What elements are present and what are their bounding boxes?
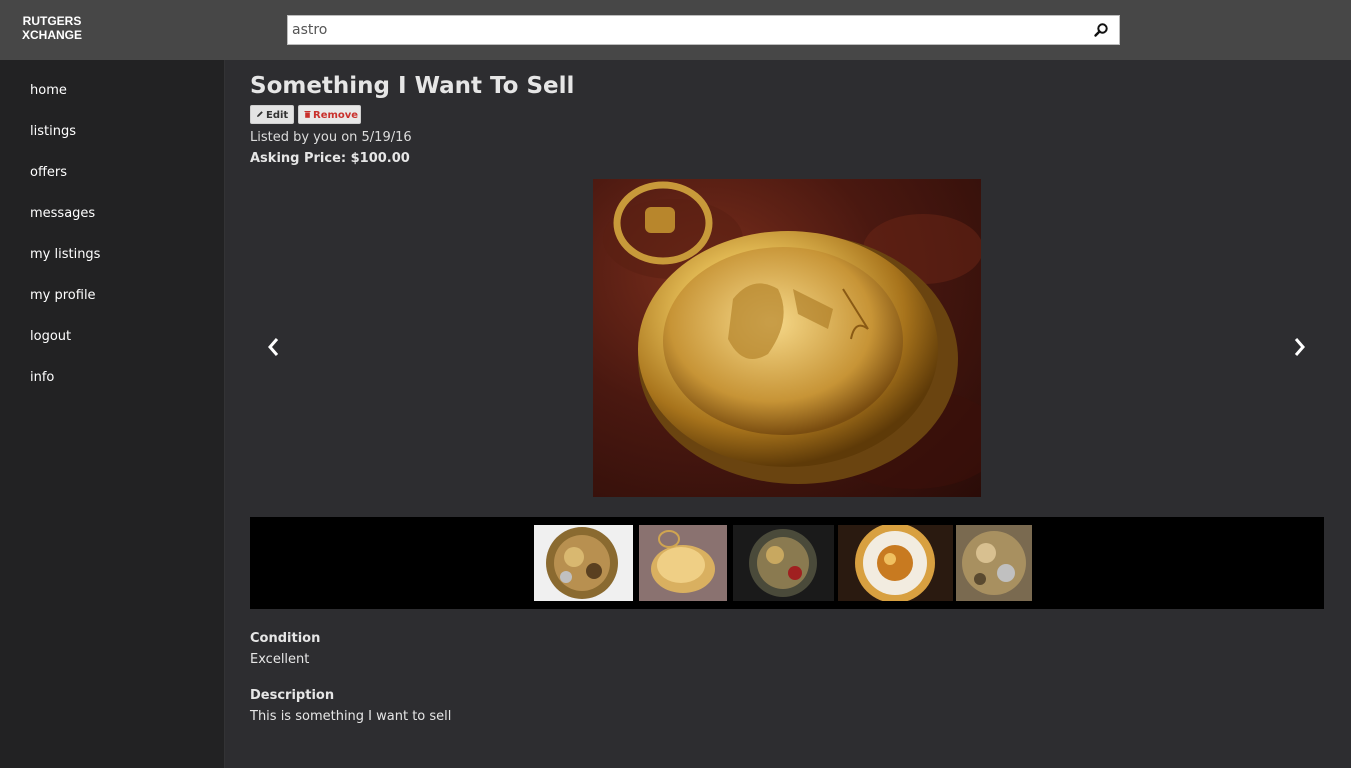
edit-button-label: Edit (266, 110, 289, 121)
sidebar-item-messages[interactable]: messages (30, 206, 95, 221)
thumbnail-image-4[interactable] (838, 525, 953, 601)
carousel-prev-button[interactable] (262, 333, 286, 361)
condition-label: Condition (250, 631, 321, 646)
sidebar-item-my-listings[interactable]: my listings (30, 247, 100, 262)
edit-button[interactable]: Edit (250, 105, 294, 124)
carousel-next-button[interactable] (1287, 333, 1311, 361)
thumbnail-strip (250, 517, 1324, 609)
pencil-icon (256, 106, 264, 125)
sidebar-item-listings[interactable]: listings (30, 124, 76, 139)
sidebar-item-home[interactable]: home (30, 83, 67, 98)
remove-button-label: Remove (313, 110, 359, 121)
sidebar: home listings offers messages my listing… (0, 60, 225, 768)
chevron-left-icon (262, 338, 286, 365)
sidebar-item-my-profile[interactable]: my profile (30, 288, 96, 303)
listed-by-text: Listed by you on 5/19/16 (250, 130, 412, 145)
thumbnail-image-3[interactable] (733, 525, 834, 601)
listing-title: Something I Want To Sell (250, 73, 575, 99)
brand-logo[interactable]: RUTGERS XCHANGE (0, 14, 104, 42)
search-icon[interactable] (1093, 22, 1109, 38)
chevron-right-icon (1287, 338, 1311, 365)
brand-line-2: XCHANGE (21, 28, 82, 42)
condition-value: Excellent (250, 652, 310, 667)
thumbnail-image-2[interactable] (639, 525, 727, 601)
thumbnail-image-5[interactable] (956, 525, 1032, 601)
top-bar: RUTGERS XCHANGE (0, 0, 1351, 60)
listing-detail: Something I Want To Sell Edit Remove Lis… (225, 60, 1351, 768)
sidebar-item-logout[interactable]: logout (30, 329, 71, 344)
search-input[interactable] (288, 16, 1078, 44)
description-label: Description (250, 688, 335, 703)
search-box (287, 15, 1120, 45)
trash-icon (304, 106, 311, 125)
remove-button[interactable]: Remove (298, 105, 361, 124)
brand-line-1: RUTGERS (22, 14, 82, 28)
sidebar-item-offers[interactable]: offers (30, 165, 67, 180)
description-value: This is something I want to sell (250, 709, 452, 724)
asking-price: Asking Price: $100.00 (250, 151, 410, 166)
listing-main-image (593, 179, 981, 497)
thumbnail-image-1[interactable] (534, 525, 633, 601)
sidebar-item-info[interactable]: info (30, 370, 54, 385)
